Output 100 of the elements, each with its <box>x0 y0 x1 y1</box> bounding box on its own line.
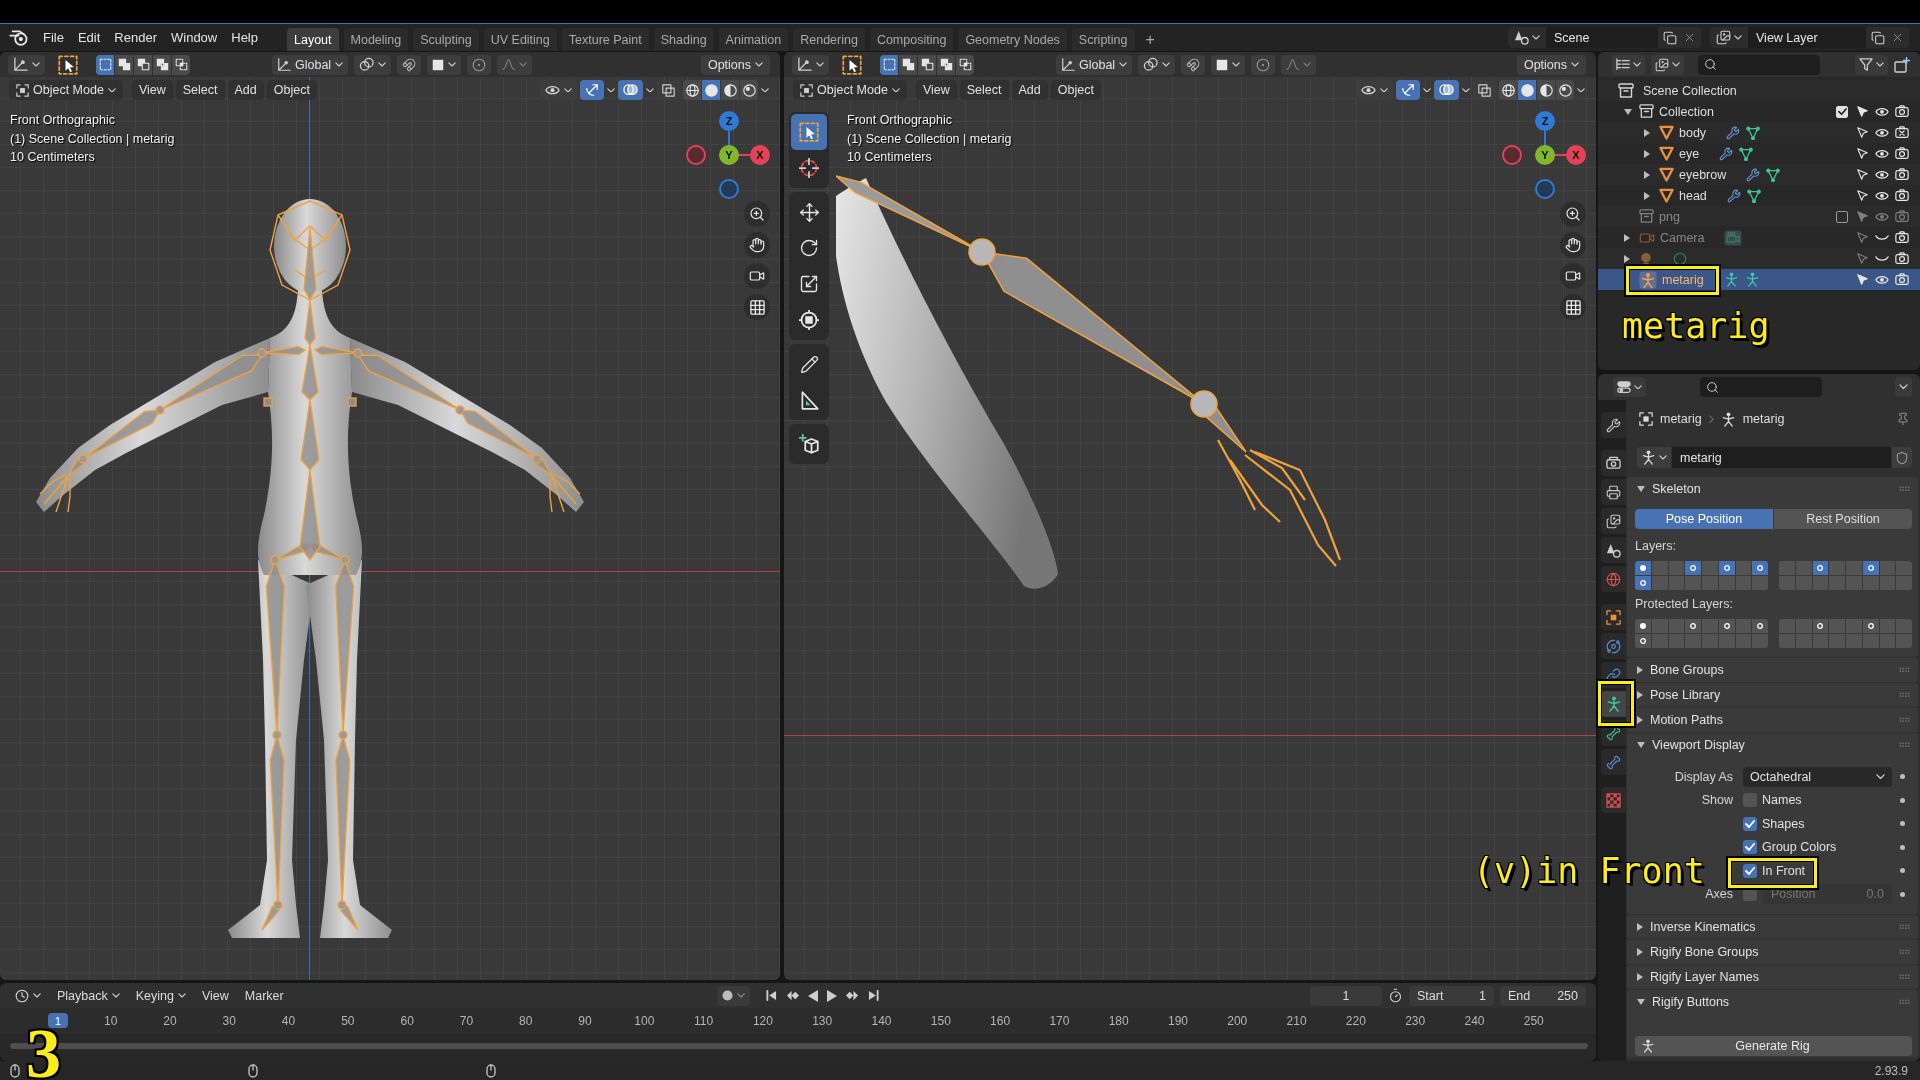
visibility-dropdown[interactable] <box>540 80 577 100</box>
layer-toggle[interactable] <box>1879 576 1896 590</box>
panel-header[interactable]: Skeleton <box>1627 477 1918 501</box>
disclosure-arrow-icon[interactable] <box>1644 191 1650 200</box>
negative-axis-handle[interactable] <box>1535 179 1555 199</box>
layer-toggle[interactable] <box>1812 576 1829 590</box>
layer-toggle[interactable] <box>1779 576 1795 590</box>
camera-icon[interactable] <box>1895 273 1909 286</box>
stopwatch-icon[interactable] <box>1388 988 1403 1003</box>
select-mode-button[interactable] <box>172 54 190 75</box>
layer-toggle[interactable] <box>1879 561 1896 575</box>
layer-toggle[interactable] <box>1668 634 1685 648</box>
end-frame-field[interactable]: End 250 <box>1500 985 1586 1006</box>
segmented-button[interactable]: Pose Position <box>1635 509 1773 529</box>
layer-toggle[interactable] <box>1829 561 1845 575</box>
start-frame-field[interactable]: Start 1 <box>1409 985 1494 1006</box>
decorator-dot-icon[interactable] <box>1899 868 1905 874</box>
layer-toggle[interactable] <box>1718 561 1735 575</box>
layer-toggle[interactable] <box>1651 576 1668 590</box>
panel-header[interactable]: Rigify Bone Groups <box>1627 940 1918 964</box>
camera-view-button[interactable] <box>1560 263 1586 289</box>
axis-handle[interactable]: Y <box>1535 145 1555 165</box>
workspace-tab[interactable]: Compositing <box>869 28 954 51</box>
camera-icon[interactable] <box>1895 231 1909 244</box>
checkbox[interactable] <box>1743 863 1757 878</box>
caret-icon[interactable] <box>607 87 615 93</box>
eye-icon[interactable] <box>1875 148 1889 159</box>
layer-toggle[interactable] <box>1635 634 1651 648</box>
workspace-tab[interactable]: Shading <box>653 28 714 51</box>
layer-toggle[interactable] <box>1795 634 1812 648</box>
menu-button[interactable]: View <box>915 80 957 100</box>
layer-toggle[interactable] <box>1651 561 1668 575</box>
checkbox[interactable] <box>1743 793 1757 808</box>
layer-toggle[interactable] <box>1879 619 1896 633</box>
orthographic-toggle[interactable] <box>744 294 770 320</box>
mode-dropdown[interactable]: Object Mode <box>9 80 123 100</box>
workspace-tab[interactable]: Scripting <box>1071 28 1135 51</box>
select-mode-button[interactable] <box>96 54 114 75</box>
view-layer-name-field[interactable]: View Layer <box>1748 27 1866 48</box>
shading-button[interactable] <box>702 80 720 100</box>
layer-toggle[interactable] <box>1812 634 1829 648</box>
select-mode-button[interactable] <box>134 54 152 75</box>
caret-icon[interactable] <box>761 87 769 93</box>
negative-axis-handle[interactable] <box>719 179 739 199</box>
caret-icon[interactable] <box>1423 87 1431 93</box>
shading-button[interactable] <box>721 80 739 100</box>
layer-toggle[interactable] <box>1829 576 1845 590</box>
select-tool-icon[interactable] <box>58 54 78 75</box>
scene-name-field[interactable]: Scene <box>1546 27 1658 48</box>
layer-toggle[interactable] <box>1702 619 1718 633</box>
checkbox[interactable] <box>1743 840 1757 855</box>
orientation-dropdown[interactable]: Global <box>272 54 349 75</box>
select-mode-button[interactable] <box>899 54 917 75</box>
menu-button[interactable]: View <box>195 985 235 1006</box>
layer-toggle[interactable] <box>1735 561 1752 575</box>
disclosure-arrow-icon[interactable] <box>1644 170 1650 179</box>
pan-button[interactable] <box>1560 232 1586 258</box>
layer-toggle[interactable] <box>1896 619 1912 633</box>
layer-toggle[interactable] <box>1735 634 1752 648</box>
layer-toggle[interactable] <box>1735 619 1752 633</box>
menu-button[interactable]: Playback <box>51 985 126 1006</box>
layer-toggle[interactable] <box>1668 576 1685 590</box>
checkbox[interactable] <box>1743 816 1757 831</box>
axis-handle[interactable]: Z <box>1535 111 1555 131</box>
eye-icon[interactable] <box>1875 274 1889 285</box>
overlays-toggle[interactable] <box>1434 80 1459 100</box>
camera-icon[interactable] <box>1895 147 1909 160</box>
layer-toggle[interactable] <box>1829 634 1845 648</box>
layer-toggle[interactable] <box>1685 561 1701 575</box>
shading-button[interactable] <box>1556 80 1574 100</box>
pointer-icon[interactable] <box>1856 274 1868 285</box>
layer-toggle[interactable] <box>1685 576 1701 590</box>
properties-tab[interactable] <box>1601 412 1626 438</box>
generate-rig-button[interactable]: Generate Rig <box>1635 1036 1912 1056</box>
options-dropdown[interactable]: Options <box>1516 54 1586 75</box>
menu-button[interactable]: Keying <box>129 985 192 1006</box>
layer-toggle[interactable] <box>1668 561 1685 575</box>
layer-toggle[interactable] <box>1685 619 1701 633</box>
menu-item[interactable]: Edit <box>70 26 108 49</box>
play-icon[interactable] <box>826 989 837 1002</box>
orientation-dropdown[interactable]: Global <box>1056 54 1133 75</box>
zoom-button[interactable] <box>744 201 770 227</box>
snap-toggle[interactable] <box>397 54 422 75</box>
pin-icon[interactable] <box>1896 412 1910 426</box>
layer-toggle[interactable] <box>1896 576 1912 590</box>
copy-icon[interactable] <box>1663 30 1677 45</box>
menu-item[interactable]: Render <box>107 26 164 49</box>
closed-eye-icon[interactable] <box>1875 234 1889 241</box>
panel-header[interactable]: Inverse Kinematics <box>1627 915 1918 939</box>
select-mode-button[interactable] <box>937 54 955 75</box>
camera-view-button[interactable] <box>744 263 770 289</box>
menu-button[interactable]: Object <box>266 80 317 100</box>
layer-toggle[interactable] <box>1779 619 1795 633</box>
pan-button[interactable] <box>744 232 770 258</box>
camera-icon[interactable] <box>1895 252 1909 265</box>
snap-target-dropdown[interactable] <box>427 54 462 75</box>
layer-toggle[interactable] <box>1779 561 1795 575</box>
datablock-dropdown[interactable] <box>1637 447 1671 468</box>
camera-icon[interactable] <box>1895 168 1909 181</box>
layer-toggle[interactable] <box>1795 619 1812 633</box>
